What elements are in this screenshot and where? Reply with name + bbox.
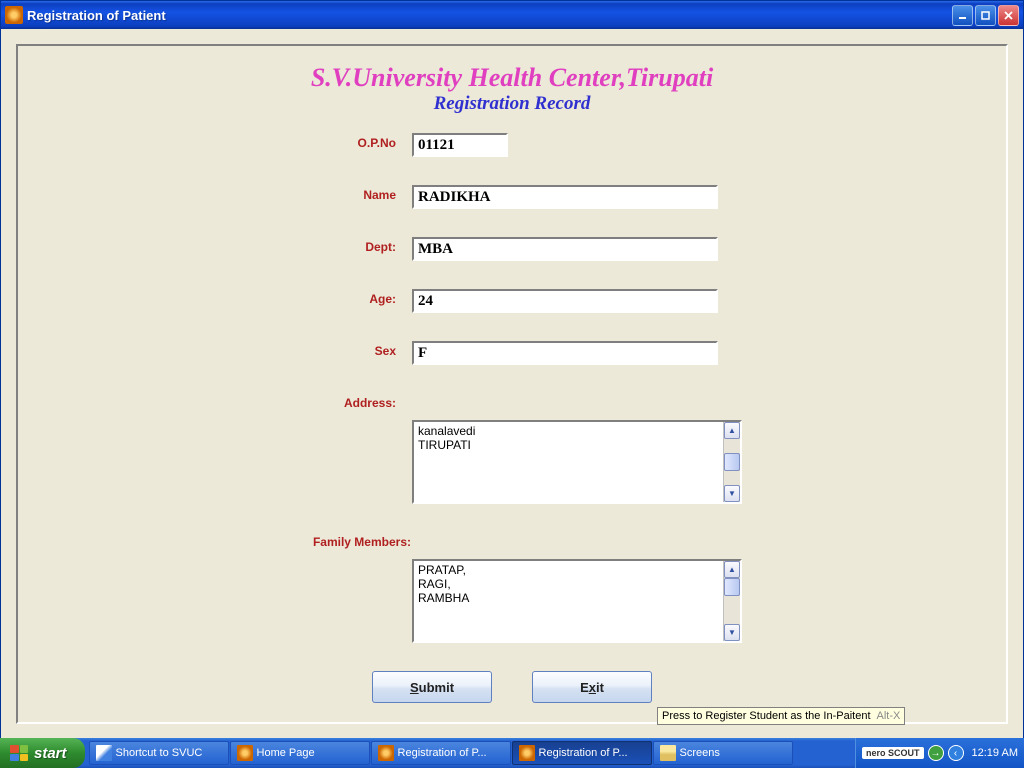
exit-button[interactable]: Exit <box>532 671 652 703</box>
taskbar-item-0[interactable]: Shortcut to SVUC <box>89 741 229 765</box>
family-textarea[interactable] <box>414 561 723 641</box>
taskbar-item-label: Home Page <box>257 747 315 759</box>
age-input[interactable] <box>412 289 718 313</box>
minimize-icon <box>958 11 967 20</box>
close-button[interactable] <box>998 5 1019 26</box>
age-label: Age: <box>282 289 412 306</box>
family-field-wrap: ▲ ▼ <box>412 559 742 643</box>
start-button[interactable]: start <box>0 738 85 768</box>
dept-input[interactable] <box>412 237 718 261</box>
titlebar[interactable]: Registration of Patient <box>1 1 1023 29</box>
exit-tooltip: Press to Register Student as the In-Pait… <box>657 707 905 725</box>
java-icon <box>519 745 535 761</box>
taskbar: start Shortcut to SVUC Home Page Registrat… <box>0 738 1024 768</box>
opno-input[interactable] <box>412 133 508 157</box>
system-tray: nero SCOUT → ‹ 12:19 AM <box>855 738 1024 768</box>
submit-button[interactable]: Submit <box>372 671 492 703</box>
form-panel: S.V.University Health Center,Tirupati Re… <box>16 44 1008 724</box>
tray-clock[interactable]: 12:19 AM <box>972 747 1018 759</box>
shortcut-icon <box>96 745 112 761</box>
page-title: S.V.University Health Center,Tirupati <box>48 63 976 93</box>
scroll-up-icon[interactable]: ▲ <box>724 422 740 439</box>
page-subtitle: Registration Record <box>48 93 976 115</box>
sex-label: Sex <box>282 341 412 358</box>
taskbar-item-label: Registration of P... <box>398 747 487 759</box>
opno-label: O.P.No <box>282 133 412 150</box>
tooltip-hotkey: Alt-X <box>877 710 901 722</box>
address-scrollbar[interactable]: ▲ ▼ <box>723 422 740 502</box>
address-field-wrap: ▲ ▼ <box>412 420 742 504</box>
scroll-up-icon[interactable]: ▲ <box>724 561 740 578</box>
window-controls <box>952 5 1019 26</box>
registration-form: O.P.No Name Dept: Age: Sex <box>282 133 742 703</box>
taskbar-item-label: Shortcut to SVUC <box>116 747 203 759</box>
tray-expand-icon[interactable]: ‹ <box>948 745 964 761</box>
name-input[interactable] <box>412 185 718 209</box>
dept-label: Dept: <box>282 237 412 254</box>
content-area: S.V.University Health Center,Tirupati Re… <box>1 29 1023 739</box>
tooltip-text: Press to Register Student as the In-Pait… <box>662 710 871 722</box>
java-icon <box>237 745 253 761</box>
minimize-button[interactable] <box>952 5 973 26</box>
scroll-down-icon[interactable]: ▼ <box>724 485 740 502</box>
tray-nero-badge[interactable]: nero SCOUT <box>862 747 924 759</box>
taskbar-item-label: Screens <box>680 747 720 759</box>
tray-arrow-icon[interactable]: → <box>928 745 944 761</box>
app-window: Registration of Patient S.V.University H… <box>0 0 1024 740</box>
action-buttons: Submit Exit Press to Register Student as… <box>282 671 742 703</box>
family-scrollbar[interactable]: ▲ ▼ <box>723 561 740 641</box>
taskbar-item-3[interactable]: Registration of P... <box>512 741 652 765</box>
windows-logo-icon <box>10 745 28 761</box>
taskbar-item-2[interactable]: Registration of P... <box>371 741 511 765</box>
address-textarea[interactable] <box>414 422 723 502</box>
taskbar-item-1[interactable]: Home Page <box>230 741 370 765</box>
taskbar-item-4[interactable]: Screens <box>653 741 793 765</box>
start-label: start <box>34 745 67 762</box>
name-label: Name <box>282 185 412 202</box>
maximize-icon <box>981 11 990 20</box>
folder-icon <box>660 745 676 761</box>
family-label: Family Members: <box>282 532 427 549</box>
java-icon <box>378 745 394 761</box>
taskbar-items: Shortcut to SVUC Home Page Registration of… <box>89 738 855 768</box>
scroll-down-icon[interactable]: ▼ <box>724 624 740 641</box>
address-label: Address: <box>282 393 412 410</box>
close-icon <box>1004 11 1013 20</box>
taskbar-item-label: Registration of P... <box>539 747 628 759</box>
window-title: Registration of Patient <box>27 8 952 23</box>
maximize-button[interactable] <box>975 5 996 26</box>
sex-input[interactable] <box>412 341 718 365</box>
java-icon <box>5 6 23 24</box>
